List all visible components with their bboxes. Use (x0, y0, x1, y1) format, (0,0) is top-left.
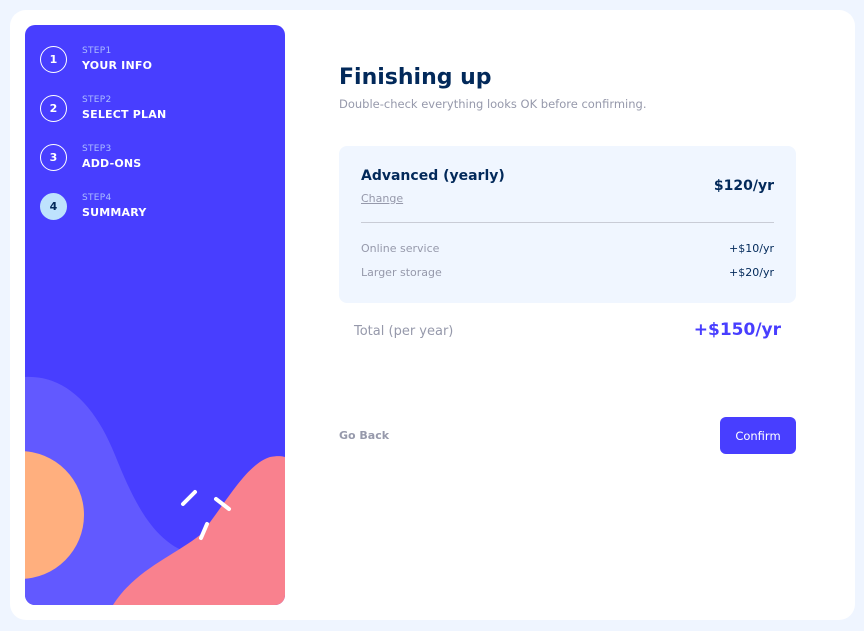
addon-name: Online service (361, 242, 440, 255)
step-3[interactable]: 3 STEP3 ADD-ONS (40, 143, 166, 171)
plan-name: Advanced (yearly) (361, 168, 505, 184)
step-number-circle: 1 (40, 45, 67, 73)
summary-box: Advanced (yearly) Change $120/yr Online … (339, 146, 796, 303)
step-name: SUMMARY (82, 206, 147, 219)
addon-price: +$10/yr (729, 242, 774, 255)
page-subtitle: Double-check everything looks OK before … (339, 97, 647, 112)
plan-price: $120/yr (713, 178, 774, 194)
total-price: +$150/yr (693, 320, 781, 340)
step-label: STEP1 (82, 46, 112, 56)
step-number-circle: 3 (40, 143, 67, 171)
summary-section: Finishing up Double-check everything loo… (339, 60, 796, 340)
total-row: Total (per year) +$150/yr (354, 320, 781, 344)
addon-row: Online service +$10/yr (361, 242, 774, 258)
step-name: SELECT PLAN (82, 108, 167, 121)
step-label: STEP4 (82, 193, 112, 203)
addon-name: Larger storage (361, 266, 442, 279)
plan-row: Advanced (yearly) Change $120/yr (361, 168, 774, 208)
step-1[interactable]: 1 STEP1 YOUR INFO (40, 45, 166, 73)
step-2[interactable]: 2 STEP2 SELECT PLAN (40, 94, 166, 122)
page-title: Finishing up (339, 65, 492, 90)
total-label: Total (per year) (354, 324, 454, 339)
step-name: YOUR INFO (82, 59, 153, 72)
step-name: ADD-ONS (82, 157, 142, 170)
step-number-circle: 2 (40, 94, 67, 122)
summary-divider (361, 222, 774, 223)
step-label: STEP3 (82, 144, 112, 154)
step-4[interactable]: 4 STEP4 SUMMARY (40, 192, 166, 220)
go-back-button[interactable]: Go Back (339, 429, 389, 442)
addon-row: Larger storage +$20/yr (361, 266, 774, 282)
confirm-button[interactable]: Confirm (720, 417, 796, 454)
change-plan-link[interactable]: Change (361, 192, 403, 205)
addon-price: +$20/yr (729, 266, 774, 279)
step-number-circle: 4 (40, 192, 67, 220)
step-list: 1 STEP1 YOUR INFO 2 STEP2 SELECT PLAN 3 … (40, 45, 166, 241)
step-label: STEP2 (82, 95, 112, 105)
sidebar: 1 STEP1 YOUR INFO 2 STEP2 SELECT PLAN 3 … (25, 25, 285, 605)
